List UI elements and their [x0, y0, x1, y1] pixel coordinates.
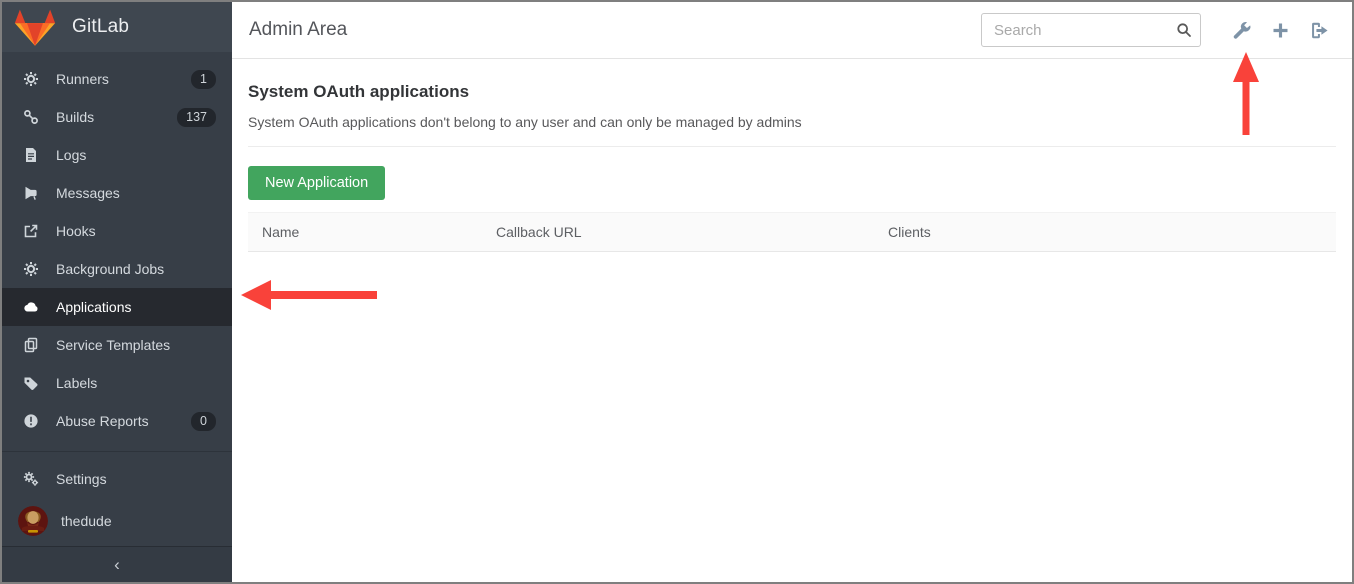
- chevron-left-icon: ‹: [114, 555, 120, 575]
- tag-icon: [22, 375, 39, 392]
- sidebar-item-logs[interactable]: Logs: [2, 136, 232, 174]
- user-avatar: [18, 506, 48, 536]
- gitlab-logo-icon: [14, 8, 56, 46]
- chain-icon: [22, 109, 39, 126]
- bullhorn-icon: [22, 185, 39, 202]
- username: thedude: [61, 513, 216, 529]
- warning-icon: [22, 413, 39, 430]
- plus-icon[interactable]: [1267, 17, 1293, 43]
- sidebar-collapse-button[interactable]: ‹: [2, 546, 232, 582]
- sidebar-item-background-jobs[interactable]: Background Jobs: [2, 250, 232, 288]
- sidebar-divider: [2, 451, 232, 452]
- search-wrap: [981, 13, 1201, 47]
- search-input[interactable]: [981, 13, 1201, 47]
- topbar-icons: [1215, 17, 1332, 43]
- divider: [248, 146, 1336, 147]
- count-badge: 1: [191, 70, 216, 89]
- content: System OAuth applications System OAuth a…: [232, 59, 1352, 252]
- sidebar-item-abuse-reports[interactable]: Abuse Reports 0: [2, 402, 232, 440]
- sidebar-header[interactable]: GitLab: [2, 2, 232, 52]
- topbar: Admin Area: [232, 2, 1352, 59]
- sidebar-nav: Runners 1 Builds 137 Logs Messages Hooks…: [2, 52, 232, 440]
- sidebar-item-messages[interactable]: Messages: [2, 174, 232, 212]
- sidebar: GitLab Runners 1 Builds 137 Logs Message…: [2, 2, 232, 582]
- gear-icon: [22, 71, 39, 88]
- sidebar-item-builds[interactable]: Builds 137: [2, 98, 232, 136]
- cloud-icon: [22, 299, 39, 316]
- column-header-callback-url: Callback URL: [496, 224, 888, 240]
- copy-icon: [22, 337, 39, 354]
- sidebar-item-runners[interactable]: Runners 1: [2, 60, 232, 98]
- new-application-button[interactable]: New Application: [248, 166, 385, 200]
- section-heading: System OAuth applications: [248, 82, 1336, 102]
- count-badge: 137: [177, 108, 216, 127]
- main-area: Admin Area: [232, 2, 1352, 582]
- section-description: System OAuth applications don't belong t…: [248, 114, 1336, 130]
- applications-table-header: NameCallback URLClients: [248, 212, 1336, 252]
- sidebar-item-applications[interactable]: Applications: [2, 288, 232, 326]
- gitlab-admin-page: GitLab Runners 1 Builds 137 Logs Message…: [0, 0, 1354, 584]
- sign-out-icon[interactable]: [1306, 17, 1332, 43]
- gear-icon: [22, 261, 39, 278]
- page-title: Admin Area: [249, 19, 347, 41]
- sidebar-item-service-templates[interactable]: Service Templates: [2, 326, 232, 364]
- wrench-icon[interactable]: [1228, 17, 1254, 43]
- column-header-name: Name: [262, 224, 496, 240]
- sidebar-item-user[interactable]: thedude: [2, 497, 232, 546]
- sidebar-item-labels[interactable]: Labels: [2, 364, 232, 402]
- search-icon[interactable]: [1176, 22, 1192, 38]
- column-header-clients: Clients: [888, 224, 1322, 240]
- external-link-icon: [22, 223, 39, 240]
- count-badge: 0: [191, 412, 216, 431]
- sidebar-item-settings[interactable]: Settings: [2, 461, 232, 497]
- sidebar-item-label: Settings: [56, 471, 216, 487]
- brand-name: GitLab: [72, 16, 129, 38]
- sidebar-item-hooks[interactable]: Hooks: [2, 212, 232, 250]
- file-icon: [22, 147, 39, 164]
- gears-icon: [22, 470, 39, 487]
